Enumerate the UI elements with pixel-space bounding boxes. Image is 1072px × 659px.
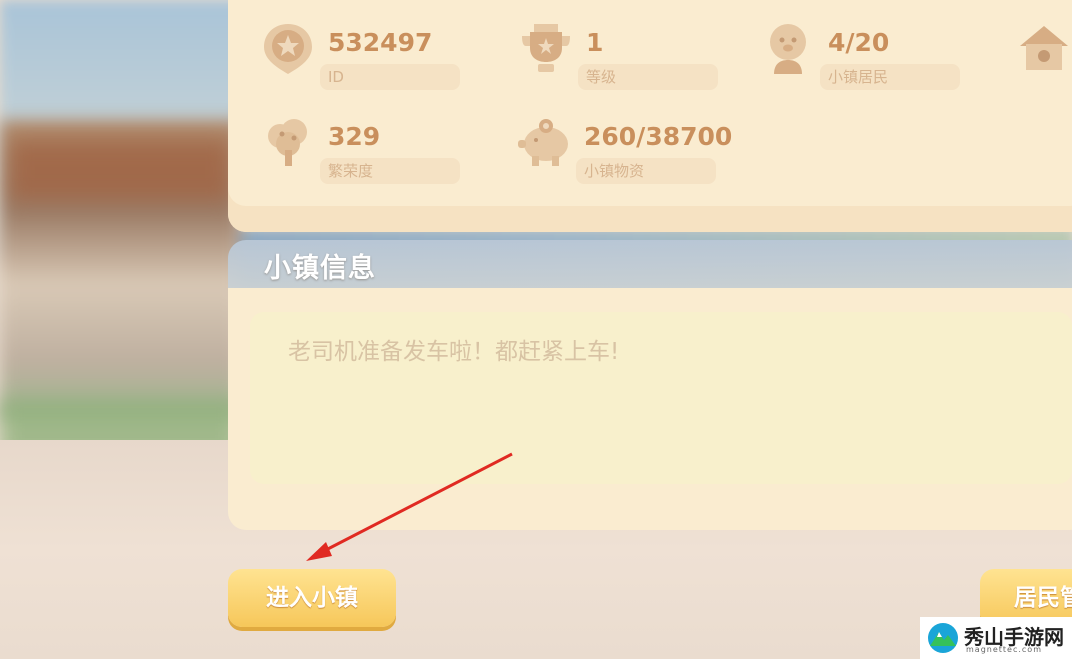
star-badge-icon [264, 24, 312, 74]
stat-label: 小镇居民 [820, 64, 960, 90]
stat-label: 繁荣度 [320, 158, 460, 184]
stat-value: 532497 [328, 28, 433, 57]
tree-icon [268, 119, 307, 166]
resident-icon [770, 24, 806, 74]
watermark-domain: magnettec.com [966, 645, 1042, 654]
town-info-message: 老司机准备发车啦！都赶紧上车! [288, 339, 620, 365]
piggy-bank-icon [518, 119, 568, 166]
stat-value: 260/38700 [584, 122, 733, 151]
mountain-logo-icon [928, 623, 958, 653]
town-info-title: 小镇信息 [264, 253, 376, 284]
stat-label: ID [320, 64, 460, 90]
stat-label: 等级 [578, 64, 718, 90]
house-icon [1020, 26, 1068, 70]
stat-value: 1 [586, 28, 604, 57]
enter-town-button[interactable]: 进入小镇 [228, 569, 396, 627]
site-watermark: 秀山手游网 magnettec.com [920, 617, 1072, 659]
stat-label: 小镇物资 [576, 158, 716, 184]
trophy-icon [522, 24, 570, 72]
town-stats-panel: 532497 ID 1 等级 4/20 小镇居民 329 繁荣度 260/387… [228, 0, 1072, 232]
stat-value: 4/20 [828, 28, 890, 57]
stat-value: 329 [328, 122, 381, 151]
